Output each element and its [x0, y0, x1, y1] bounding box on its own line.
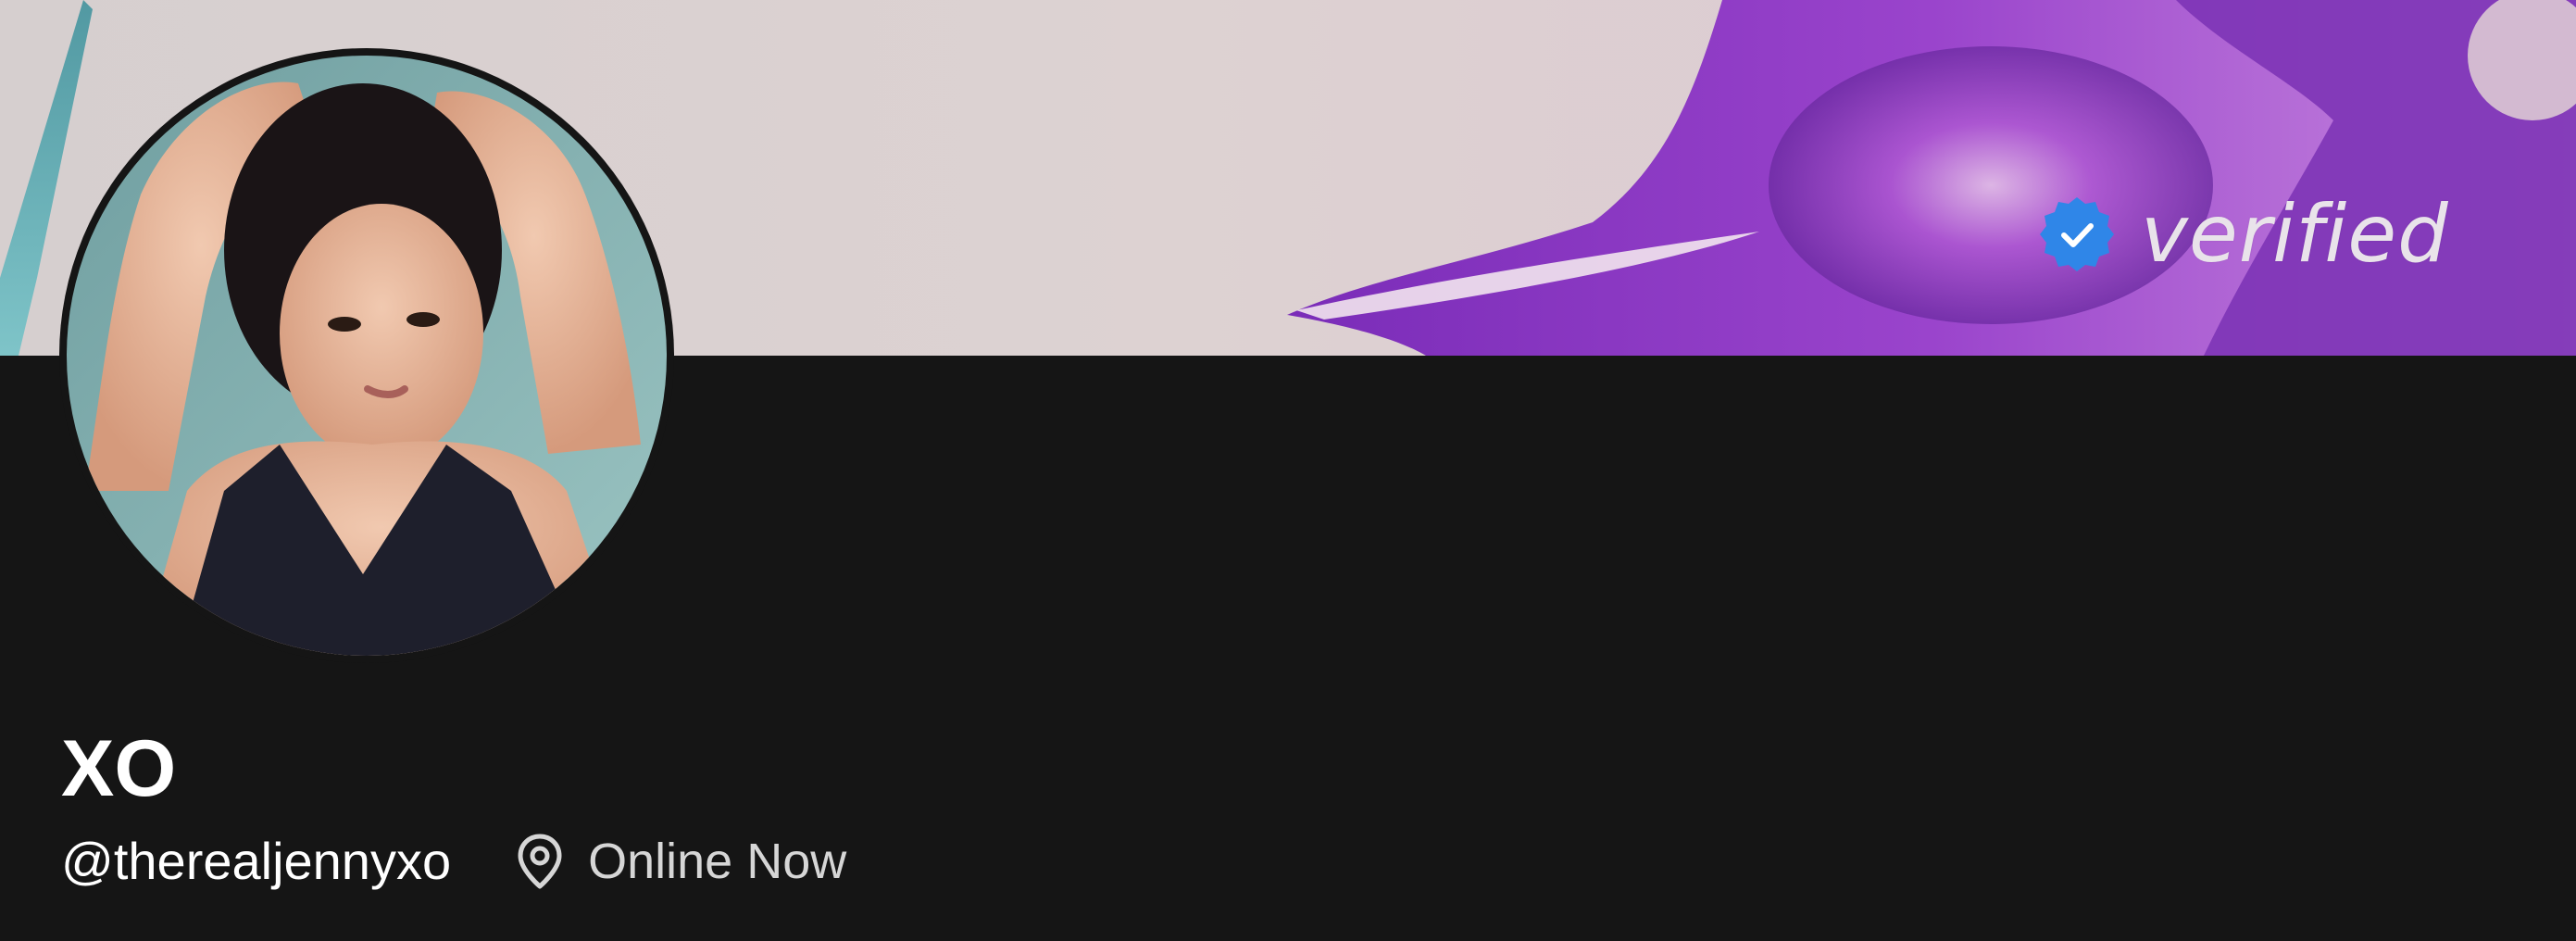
profile-avatar[interactable] — [67, 56, 667, 656]
profile-meta: @therealjennyxo Online Now — [61, 824, 846, 898]
avatar-frame[interactable] — [59, 48, 674, 663]
profile-page: verified XO @therealjennyxo Online Now — [0, 0, 2576, 941]
username-handle[interactable]: @therealjennyxo — [61, 824, 451, 898]
avatar-photo — [67, 56, 667, 656]
display-name: XO — [61, 724, 177, 813]
verified-badge: verified — [2037, 183, 2449, 285]
verified-label: verified — [2141, 188, 2449, 281]
map-pin-icon — [518, 834, 562, 889]
online-status: Online Now — [588, 834, 847, 889]
verified-check-icon — [2040, 197, 2114, 271]
